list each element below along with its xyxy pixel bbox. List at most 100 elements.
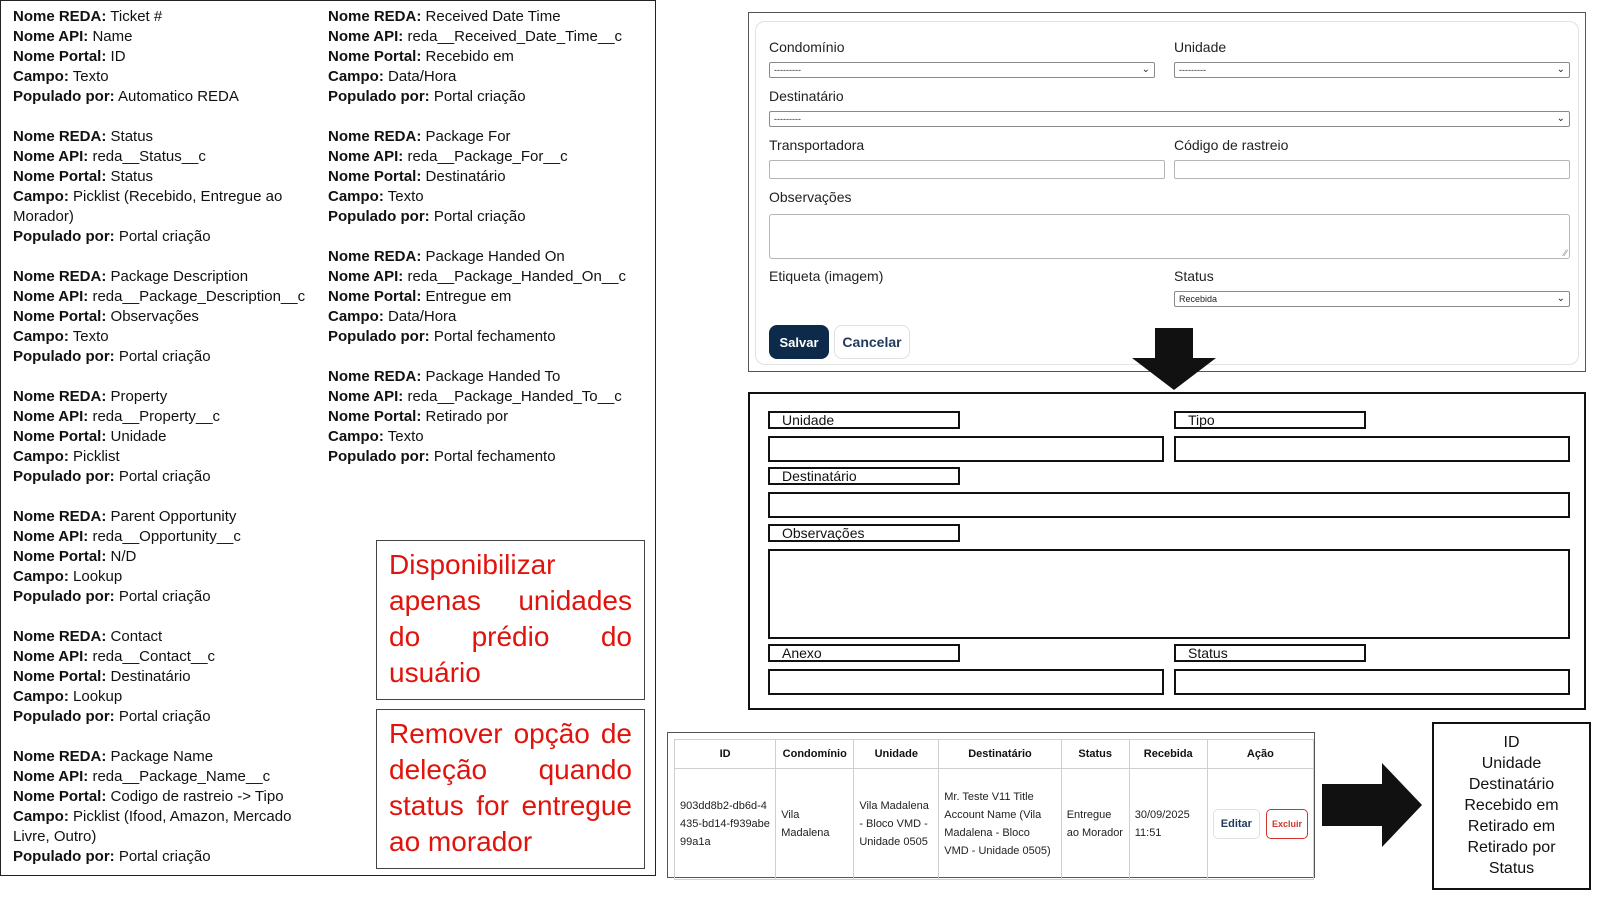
spec-key: Nome REDA: (13, 508, 107, 525)
mockup-tipo-input[interactable] (1174, 436, 1570, 462)
spec-block: Nome REDA: Contact Nome API: reda__Contac… (13, 627, 329, 727)
spec-line-nome-reda: Nome REDA: Package Handed On (328, 247, 653, 267)
spec-value: Lookup (73, 688, 123, 705)
spec-value: Observações (110, 308, 199, 325)
mockup-observacoes-label: Observações (768, 524, 960, 542)
table-header-row: ID Condomínio Unidade Destinatário Statu… (673, 739, 1315, 769)
spec-line-nome-api: Nome API: reda__Contact__c (13, 647, 329, 667)
spec-key: Nome Portal: (328, 48, 422, 65)
spec-line-nome-portal: Nome Portal: Retirado por (328, 407, 653, 427)
spec-key: Nome Portal: (13, 788, 107, 805)
mockup-anexo-input[interactable] (768, 669, 1164, 695)
chevron-down-icon: ⌄ (1556, 113, 1565, 124)
spec-line-nome-reda: Nome REDA: Parent Opportunity (13, 507, 329, 527)
spec-line-populado-por: Populado por: Portal criação (13, 587, 329, 607)
spec-key: Nome Portal: (328, 288, 422, 305)
resize-grip-icon[interactable]: ∕∕ (1564, 248, 1567, 258)
spec-key: Campo: (13, 568, 69, 585)
spec-line-populado-por: Populado por: Portal criação (13, 227, 329, 247)
cell-acao: Editar Excluir (1206, 768, 1315, 880)
save-button[interactable]: Salvar (769, 325, 829, 359)
spec-value: Texto (387, 188, 424, 205)
spec-line-nome-portal: Nome Portal: Status (13, 167, 329, 187)
mockup-destinatario-label: Destinatário (768, 467, 960, 485)
spec-value: Data/Hora (388, 308, 457, 325)
spec-value: Status (110, 168, 154, 185)
mockup-status-input[interactable] (1174, 669, 1570, 695)
mockup-anexo-label: Anexo (768, 644, 960, 662)
cell-id: 903dd8b2-db6d-4435-bd14-f939abe99a1a (673, 768, 777, 880)
spec-value: reda__Opportunity__c (92, 528, 241, 545)
edit-button[interactable]: Editar (1212, 809, 1260, 839)
spec-line-nome-portal: Nome Portal: Observações (13, 307, 329, 327)
column-item-unidade: Unidade (1481, 755, 1542, 772)
spec-value: Automatico REDA (118, 88, 239, 105)
spec-block: Nome REDA: Status Nome API: reda__Status_… (13, 127, 329, 247)
condominio-select[interactable]: --------- ⌄ (769, 62, 1155, 78)
spec-value: Destinatário (425, 168, 506, 185)
spec-value: ID (110, 48, 126, 65)
arrow-down-icon (1132, 328, 1216, 390)
spec-value: Contact (110, 628, 163, 645)
spec-value: reda__Package_Description__c (92, 288, 306, 305)
unidade-label: Unidade (1174, 39, 1227, 55)
spec-value: Entregue em (425, 288, 512, 305)
observacoes-textarea[interactable]: ∕∕ (769, 214, 1570, 259)
spec-value: reda__Contact__c (92, 648, 216, 665)
spec-line-campo: Campo: Lookup (13, 567, 329, 587)
spec-value: Status (110, 128, 154, 145)
mockup-status-label: Status (1174, 644, 1366, 662)
col-header-recebida: Recebida (1128, 739, 1208, 769)
spec-line-nome-portal: Nome Portal: Destinatário (13, 667, 329, 687)
spec-line-populado-por: Populado por: Portal criação (13, 347, 329, 367)
chevron-down-icon: ⌄ (1141, 64, 1150, 75)
spec-value: Portal criação (433, 208, 526, 225)
arrow-right-icon (1322, 763, 1422, 847)
note-available-units: Disponibilizar apenas unidades do prédio… (376, 540, 645, 700)
codigo-rastreio-label: Código de rastreio (1174, 137, 1289, 153)
transportadora-label: Transportadora (769, 137, 865, 153)
spec-value: reda__Property__c (92, 408, 221, 425)
spec-key: Nome REDA: (13, 128, 107, 145)
column-item-retirado-em: Retirado em (1467, 818, 1556, 835)
destinatario-label: Destinatário (769, 88, 844, 104)
spec-key: Populado por: (13, 468, 115, 485)
observacoes-label: Observações (769, 189, 852, 205)
cell-unidade: Vila Madalena - Bloco VMD - Unidade 0505 (853, 768, 940, 880)
spec-key: Populado por: (13, 348, 115, 365)
mockup-unidade-input[interactable] (768, 436, 1164, 462)
status-select[interactable]: Recebida ⌄ (1174, 291, 1570, 307)
cancel-button[interactable]: Cancelar (834, 325, 910, 359)
etiqueta-label: Etiqueta (imagem) (769, 268, 884, 284)
spec-value: Texto (72, 328, 109, 345)
spec-line-nome-reda: Nome REDA: Property (13, 387, 329, 407)
transportadora-input[interactable] (769, 160, 1165, 179)
spec-key: Nome REDA: (328, 368, 422, 385)
spec-value: Ticket # (110, 8, 163, 25)
spec-line-populado-por: Populado por: Portal criação (328, 207, 653, 227)
delete-button[interactable]: Excluir (1265, 809, 1308, 839)
spec-value: Portal criação (118, 348, 211, 365)
codigo-rastreio-input[interactable] (1174, 160, 1570, 179)
destinatario-select[interactable]: --------- ⌄ (769, 111, 1570, 127)
unidade-select[interactable]: --------- ⌄ (1174, 62, 1570, 78)
spec-value: Recebido em (425, 48, 514, 65)
spec-value: Portal criação (118, 588, 211, 605)
spec-line-nome-portal: Nome Portal: ID (13, 47, 329, 67)
column-item-retirado-por: Retirado por (1467, 839, 1556, 856)
spec-value: Destinatário (110, 668, 191, 685)
spec-line-nome-api: Nome API: reda__Package_For__c (328, 147, 653, 167)
spec-line-populado-por: Populado por: Portal fechamento (328, 327, 653, 347)
mockup-tipo-label: Tipo (1174, 411, 1366, 429)
col-header-destinatario: Destinatário (938, 739, 1062, 769)
spec-key: Nome API: (328, 388, 404, 405)
mockup-destinatario-input[interactable] (768, 492, 1570, 518)
mockup-observacoes-input[interactable] (768, 549, 1570, 639)
spec-value: Codigo de rastreio -> Tipo (110, 788, 284, 805)
spec-line-nome-api: Nome API: reda__Package_Handed_On__c (328, 267, 653, 287)
chevron-down-icon: ⌄ (1556, 293, 1565, 304)
spec-key: Campo: (13, 188, 69, 205)
package-form-screenshot: Condomínio --------- ⌄ Unidade ---------… (748, 12, 1586, 372)
spec-key: Nome API: (13, 148, 89, 165)
spec-value: Portal criação (118, 848, 211, 865)
